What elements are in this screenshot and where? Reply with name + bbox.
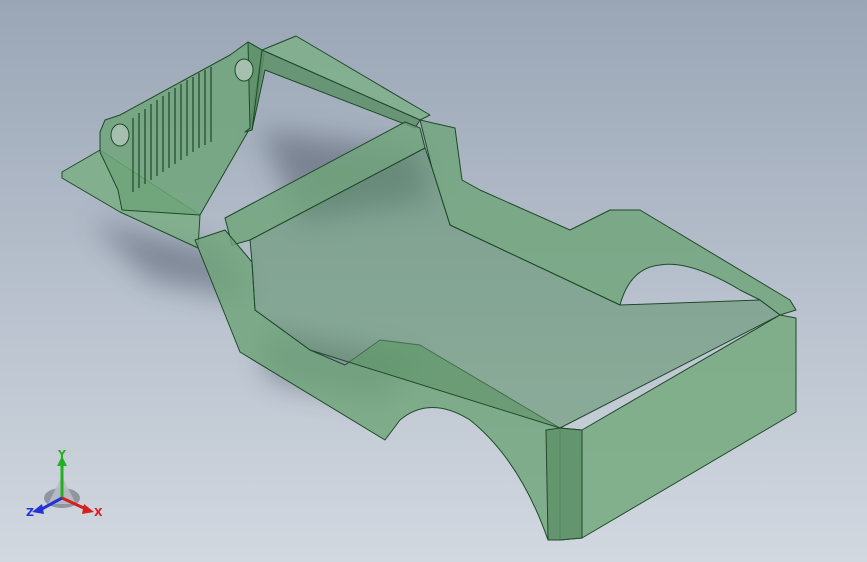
x-axis-arrow [82,504,94,514]
headlight-hole-right [234,58,254,82]
jeep-body-model[interactable] [0,0,867,562]
view-triad[interactable]: Y X Z [24,446,106,526]
y-axis-label: Y [57,448,67,461]
rear-corner [545,427,583,541]
part-body[interactable] [61,35,797,541]
graphics-viewport[interactable]: Y X Z [0,0,867,562]
x-axis-label: X [94,506,103,519]
z-axis-label: Z [26,506,34,519]
headlight-hole-left [110,123,130,147]
